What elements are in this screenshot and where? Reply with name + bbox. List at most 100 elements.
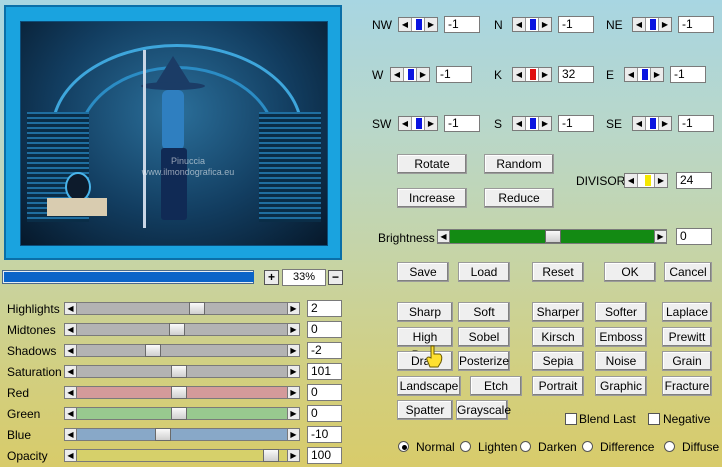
chevron-right-icon[interactable]: ▶ xyxy=(538,18,551,31)
chevron-left-icon[interactable]: ◀ xyxy=(64,449,77,462)
preset-grayscale-button[interactable]: Grayscale xyxy=(456,400,511,420)
shadows-slider-thumb[interactable] xyxy=(145,344,161,357)
ne-field[interactable]: -1 xyxy=(678,16,714,33)
saturation-slider-thumb[interactable] xyxy=(171,365,187,378)
saturation-field[interactable]: 101 xyxy=(307,363,342,380)
nw-slider-thumb[interactable] xyxy=(416,19,422,30)
chevron-right-icon[interactable]: ▶ xyxy=(654,230,667,243)
w-slider-thumb[interactable] xyxy=(408,69,414,80)
zoom-out-button[interactable]: − xyxy=(328,270,343,285)
preset-fracture-button[interactable]: Fracture xyxy=(662,375,712,396)
reduce-button[interactable]: Reduce xyxy=(484,188,554,208)
ok-button[interactable]: OK xyxy=(604,262,656,282)
s-slider-thumb[interactable] xyxy=(530,118,536,129)
preset-graphic-button[interactable]: Graphic xyxy=(595,375,647,396)
chevron-right-icon[interactable]: ▶ xyxy=(538,68,551,81)
blend-difference-radio[interactable] xyxy=(582,441,593,452)
chevron-right-icon[interactable]: ▶ xyxy=(658,117,671,130)
chevron-right-icon[interactable]: ▶ xyxy=(287,386,300,399)
highlights-field[interactable]: 2 xyxy=(307,300,342,317)
sw-slider-thumb[interactable] xyxy=(416,118,422,129)
chevron-left-icon[interactable]: ◀ xyxy=(399,18,412,31)
e-slider[interactable]: ◀ ▶ xyxy=(624,67,664,82)
chevron-left-icon[interactable]: ◀ xyxy=(64,365,77,378)
chevron-left-icon[interactable]: ◀ xyxy=(437,230,450,243)
blend-lighten-radio[interactable] xyxy=(460,441,471,452)
chevron-right-icon[interactable]: ▶ xyxy=(287,365,300,378)
chevron-left-icon[interactable]: ◀ xyxy=(391,68,404,81)
brightness-slider[interactable]: ◀ ▶ xyxy=(437,229,667,244)
saturation-slider[interactable]: ◀ ▶ xyxy=(64,365,300,378)
sw-field[interactable]: -1 xyxy=(444,115,480,132)
reset-button[interactable]: Reset xyxy=(532,262,584,282)
n-field[interactable]: -1 xyxy=(558,16,594,33)
rotate-button[interactable]: Rotate xyxy=(397,154,467,174)
chevron-right-icon[interactable]: ▶ xyxy=(538,117,551,130)
chevron-left-icon[interactable]: ◀ xyxy=(64,323,77,336)
w-field[interactable]: -1 xyxy=(436,66,472,83)
opacity-slider-thumb[interactable] xyxy=(263,449,279,462)
chevron-right-icon[interactable]: ▶ xyxy=(654,174,667,187)
chevron-right-icon[interactable]: ▶ xyxy=(416,68,429,81)
midtones-slider[interactable]: ◀ ▶ xyxy=(64,323,300,336)
chevron-right-icon[interactable]: ▶ xyxy=(287,344,300,357)
preset-grain-button[interactable]: Grain xyxy=(662,351,712,371)
negative-checkbox[interactable] xyxy=(648,413,660,425)
preset-emboss-button[interactable]: Emboss xyxy=(595,326,647,347)
chevron-left-icon[interactable]: ◀ xyxy=(64,302,77,315)
highlights-slider-thumb[interactable] xyxy=(189,302,205,315)
s-field[interactable]: -1 xyxy=(558,115,594,132)
se-slider-thumb[interactable] xyxy=(650,118,656,129)
preset-landscape-button[interactable]: Landscape xyxy=(397,375,461,396)
blue-slider[interactable]: ◀ ▶ xyxy=(64,428,300,441)
chevron-right-icon[interactable]: ▶ xyxy=(287,302,300,315)
e-field[interactable]: -1 xyxy=(670,66,706,83)
chevron-left-icon[interactable]: ◀ xyxy=(64,344,77,357)
random-button[interactable]: Random xyxy=(484,154,554,174)
blend-normal-radio[interactable] xyxy=(398,441,409,452)
brightness-field[interactable]: 0 xyxy=(676,228,712,245)
blend-last-checkbox[interactable] xyxy=(565,413,577,425)
chevron-left-icon[interactable]: ◀ xyxy=(633,117,646,130)
k-field[interactable]: 32 xyxy=(558,66,594,83)
green-slider[interactable]: ◀ ▶ xyxy=(64,407,300,420)
preset-noise-button[interactable]: Noise xyxy=(595,351,647,371)
highlights-slider[interactable]: ◀ ▶ xyxy=(64,302,300,315)
preset-kirsch-button[interactable]: Kirsch xyxy=(532,326,584,347)
chevron-right-icon[interactable]: ▶ xyxy=(424,117,437,130)
midtones-field[interactable]: 0 xyxy=(307,321,342,338)
chevron-left-icon[interactable]: ◀ xyxy=(513,18,526,31)
ne-slider-thumb[interactable] xyxy=(650,19,656,30)
opacity-field[interactable]: 100 xyxy=(307,447,342,464)
nw-field[interactable]: -1 xyxy=(444,16,480,33)
chevron-right-icon[interactable]: ▶ xyxy=(658,18,671,31)
zoom-in-button[interactable]: + xyxy=(264,270,279,285)
opacity-slider[interactable]: ◀ ▶ xyxy=(64,449,300,462)
red-slider-thumb[interactable] xyxy=(171,386,187,399)
preset-prewitt-button[interactable]: Prewitt xyxy=(662,326,712,347)
red-field[interactable]: 0 xyxy=(307,384,342,401)
chevron-left-icon[interactable]: ◀ xyxy=(633,18,646,31)
preset-etch-button[interactable]: Etch xyxy=(470,375,522,396)
blue-slider-thumb[interactable] xyxy=(155,428,171,441)
preset-sharp-button[interactable]: Sharp xyxy=(397,302,453,322)
chevron-right-icon[interactable]: ▶ xyxy=(287,449,300,462)
increase-button[interactable]: Increase xyxy=(397,188,467,208)
se-slider[interactable]: ◀ ▶ xyxy=(632,116,672,131)
chevron-left-icon[interactable]: ◀ xyxy=(64,386,77,399)
divisor-field[interactable]: 24 xyxy=(676,172,712,189)
preset-soft-button[interactable]: Soft xyxy=(458,302,510,322)
cancel-button[interactable]: Cancel xyxy=(664,262,712,282)
k-slider-thumb[interactable] xyxy=(530,69,536,80)
chevron-right-icon[interactable]: ▶ xyxy=(287,323,300,336)
preset-softer-button[interactable]: Softer xyxy=(595,302,647,322)
se-field[interactable]: -1 xyxy=(678,115,714,132)
chevron-left-icon[interactable]: ◀ xyxy=(625,68,638,81)
chevron-right-icon[interactable]: ▶ xyxy=(650,68,663,81)
chevron-left-icon[interactable]: ◀ xyxy=(513,68,526,81)
sw-slider[interactable]: ◀ ▶ xyxy=(398,116,438,131)
green-field[interactable]: 0 xyxy=(307,405,342,422)
preset-sepia-button[interactable]: Sepia xyxy=(532,351,584,371)
w-slider[interactable]: ◀ ▶ xyxy=(390,67,430,82)
nw-slider[interactable]: ◀ ▶ xyxy=(398,17,438,32)
